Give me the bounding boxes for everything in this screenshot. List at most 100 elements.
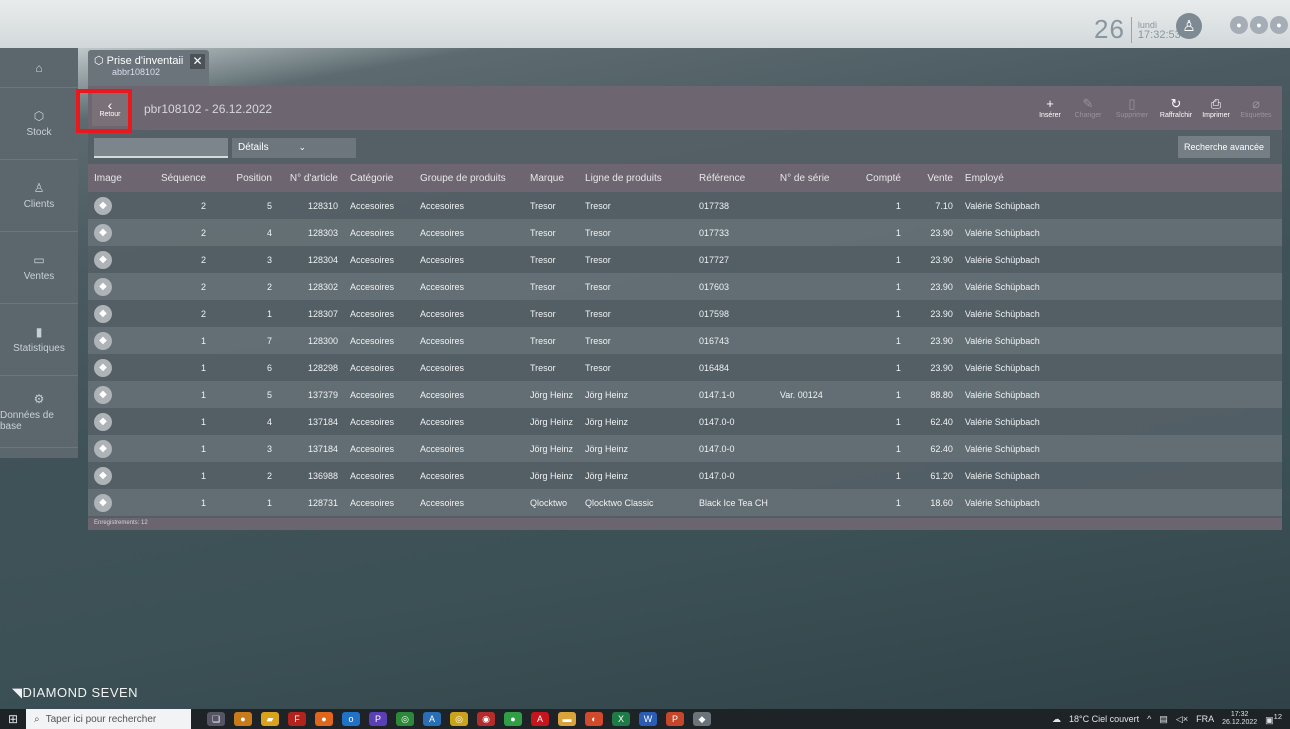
filezilla-icon[interactable]: F — [288, 712, 306, 726]
acrobat-icon[interactable]: A — [531, 712, 549, 726]
task-view-icon[interactable]: ❏ — [207, 712, 225, 726]
view-select[interactable]: Détails ⌄ — [232, 138, 356, 158]
table-row[interactable]: ◆ 2 5 128310 Accesoires Accesoires Tresor Treso… — [88, 192, 1282, 219]
cell-count: 1 — [895, 200, 901, 211]
sidebar-item-stock[interactable]: ⬡ Stock — [0, 88, 78, 160]
table-row[interactable]: ◆ 1 1 128731 Accesoires Accesoires Qlocktwo Qlo… — [88, 489, 1282, 516]
cell-emp: Valérie Schüpbach — [964, 470, 1040, 481]
col-counted[interactable]: Compté — [860, 164, 907, 192]
cell-count: 1 — [859, 381, 907, 408]
windows-start-icon[interactable]: ⊞ — [0, 712, 26, 726]
table-row[interactable]: ◆ 1 7 128300 Accesoires Accesoires Tresor Treso… — [88, 327, 1282, 354]
search-input[interactable] — [94, 138, 228, 158]
refresh-button[interactable]: ↻ Raffraîchir — [1158, 92, 1194, 124]
app-icon[interactable]: ◐ — [585, 712, 603, 726]
table-row[interactable]: ◆ 2 1 128307 Accesoires Accesoires Tresor Treso… — [88, 300, 1282, 327]
cell-line: Tresor — [585, 254, 611, 265]
word-icon[interactable]: W — [639, 712, 657, 726]
powerpoint-icon[interactable]: P — [666, 712, 684, 726]
col-category[interactable]: Catégorie — [344, 164, 414, 192]
printer-icon: ⎙ — [1210, 96, 1222, 111]
diamond-icon: ◆ — [94, 277, 112, 296]
cell-article: 137184 — [307, 416, 338, 427]
col-image[interactable]: Image — [88, 164, 148, 192]
chrome-icon[interactable]: ● — [504, 712, 522, 726]
col-sale[interactable]: Vente — [907, 164, 959, 192]
col-serial[interactable]: N° de série — [774, 164, 860, 192]
chevron-up-icon[interactable]: ^ — [1147, 714, 1151, 724]
main-panel: ‹ Retour pbr108102 - 26.12.2022 + Insérer… — [88, 86, 1282, 530]
diamond-icon: ◆ — [94, 358, 112, 377]
receipt-icon: ▭ — [33, 253, 45, 267]
delete-button[interactable]: ▯ Supprimer — [1114, 92, 1150, 124]
col-article[interactable]: N° d'article — [278, 164, 344, 192]
sidebar-item-statistiques[interactable]: ▮ Statistiques — [0, 304, 78, 376]
table-row[interactable]: ◆ 1 2 136988 Accesoires Accesoires Jörg Heinz J… — [88, 462, 1282, 489]
col-brand[interactable]: Marque — [524, 164, 579, 192]
excel-icon[interactable]: X — [612, 712, 630, 726]
sidebar-item-home[interactable]: ⌂ — [0, 48, 78, 88]
col-employee[interactable]: Employé — [959, 164, 1282, 192]
cell-ref: 0147.0-0 — [693, 435, 774, 462]
app-icon[interactable]: A — [423, 712, 441, 726]
volume-icon[interactable]: ◁× — [1176, 714, 1188, 725]
firefox-icon[interactable]: ● — [315, 712, 333, 726]
cell-ref: 0147.0-0 — [699, 470, 735, 481]
cell-brand: Jörg Heinz — [530, 470, 574, 481]
document-title: pbr108102 - 26.12.2022 — [144, 102, 273, 116]
user-icon[interactable]: ♙ — [1176, 13, 1202, 39]
col-product-group[interactable]: Groupe de produits — [414, 164, 524, 192]
cell-sale: 62.40 — [930, 416, 953, 427]
top-bar: 26 lundi 17:32:53 ♙ ● ● ● — [0, 0, 1290, 48]
col-position[interactable]: Position — [212, 164, 278, 192]
col-reference[interactable]: Référence — [693, 164, 774, 192]
sidebar-item-donnees-de-base[interactable]: ⚙ Données de base — [0, 376, 78, 448]
taskbar-clock[interactable]: 17:32 26.12.2022 — [1222, 711, 1257, 727]
table-row[interactable]: ◆ 1 4 137184 Accesoires Accesoires Jörg Heinz J… — [88, 408, 1282, 435]
close-window-icon[interactable]: ● — [1270, 16, 1288, 34]
app-icon[interactable]: ● — [234, 712, 252, 726]
app-icon[interactable]: ▬ — [558, 712, 576, 726]
home-icon: ⌂ — [35, 60, 43, 75]
cell-serial — [774, 192, 860, 219]
maximize-icon[interactable]: ● — [1250, 16, 1268, 34]
notification-icon[interactable]: ▣12 — [1265, 712, 1282, 726]
advanced-search-button[interactable]: Recherche avancée — [1178, 136, 1270, 158]
sidebar-item-clients[interactable]: ♙ Clients — [0, 160, 78, 232]
table-row[interactable]: ◆ 1 6 128298 Accesoires Accesoires Tresor Treso… — [88, 354, 1282, 381]
app-icon[interactable]: ◉ — [477, 712, 495, 726]
diamond-app-icon[interactable]: ◆ — [693, 712, 711, 726]
minimize-icon[interactable]: ● — [1230, 16, 1248, 34]
outlook-icon[interactable]: o — [342, 712, 360, 726]
cell-count: 1 — [859, 327, 907, 354]
app-icon[interactable]: ◎ — [396, 712, 414, 726]
sidebar-item-ventes[interactable]: ▭ Ventes — [0, 232, 78, 304]
cell-line: Tresor — [585, 200, 611, 211]
change-button[interactable]: ✎ Changer — [1070, 92, 1106, 124]
app-icon[interactable]: ◎ — [450, 712, 468, 726]
cell-ref: 017598 — [699, 308, 730, 319]
file-explorer-icon[interactable]: ▰ — [261, 712, 279, 726]
cell-serial — [773, 273, 860, 300]
app-icon[interactable]: P — [369, 712, 387, 726]
print-button[interactable]: ⎙ Imprimer — [1198, 92, 1234, 124]
labels-button[interactable]: ⌀ Etiquettes — [1238, 92, 1274, 124]
table-row[interactable]: ◆ 1 3 137184 Accesoires Accesoires Jörg Heinz J… — [88, 435, 1282, 462]
table-row[interactable]: ◆ 2 2 128302 Accesoires Accesoires Tresor Treso… — [88, 273, 1282, 300]
weather-text[interactable]: 18°C Ciel couvert — [1069, 714, 1139, 724]
table-row[interactable]: ◆ 1 5 137379 Accesoires Accesoires Jörg Heinz J… — [88, 381, 1282, 408]
gear-icon: ⚙ — [33, 391, 45, 406]
col-sequence[interactable]: Séquence — [148, 164, 212, 192]
col-product-line[interactable]: Ligne de produits — [579, 164, 693, 192]
sidebar-item-label: Stock — [26, 127, 52, 138]
pencil-icon: ✎ — [1082, 96, 1094, 111]
close-icon[interactable]: ✕ — [190, 54, 205, 69]
insert-button[interactable]: + Insérer — [1032, 92, 1068, 124]
table-row[interactable]: ◆ 2 4 128303 Accesoires Accesoires Tresor Treso… — [88, 219, 1282, 246]
network-icon[interactable]: ▤ — [1159, 714, 1168, 725]
table-row[interactable]: ◆ 2 3 128304 Accesoires Accesoires Tresor Treso… — [88, 246, 1282, 273]
language-indicator[interactable]: FRA — [1196, 714, 1214, 724]
taskbar-search[interactable]: ⌕ Taper ici pour rechercher — [26, 709, 191, 729]
diamond-icon: ◆ — [94, 250, 112, 269]
tab-prise-inventaire[interactable]: ⬡ Prise d'inventaii abbr108102 ✕ — [88, 50, 209, 86]
